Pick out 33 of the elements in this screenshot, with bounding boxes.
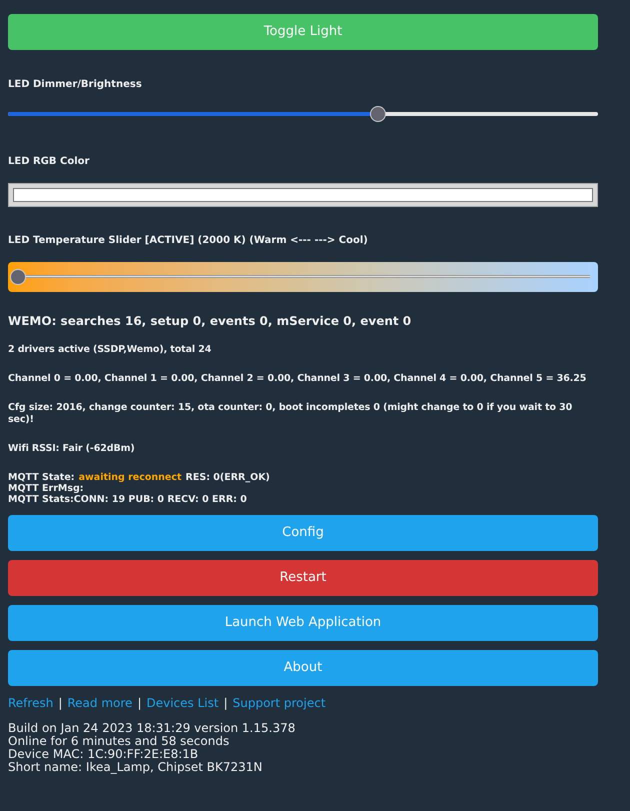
separator: |: [58, 695, 62, 712]
field-label: LED Temperature Slider [ACTIVE] (2000 K) (Warm <--- ---> Cool): [8, 234, 369, 248]
field-label: LED Dimmer/Brightness: [8, 78, 143, 92]
status-text: Channel 0 = 0.00, Channel 1 = 0.00, Channel 2 = 0.00, Channel 3 = 0.00, Channel 4 = 0.00, Channel 5 = 36.25: [8, 373, 588, 385]
status-text: Cfg size: 2016, change counter: 15, ota counter: 0, boot incompletes 0 (might change to 0 if you wait to 30 sec)!: [8, 402, 574, 426]
footer-link[interactable]: Devices List: [146, 694, 219, 712]
build-info: Build on Jan 24 2023 18:31:29 version 1.15.378: [8, 722, 296, 735]
menu-button[interactable]: Launch Web Application: [8, 605, 598, 641]
status-text: RES: 0(ERR_OK): [186, 472, 270, 483]
build-info: Online for 6 minutes and 58 seconds: [8, 735, 230, 748]
status-text: awaiting reconnect: [78, 472, 182, 483]
separator: |: [137, 695, 142, 712]
menu-button[interactable]: About: [8, 650, 598, 686]
status-text: Wifi RSSI: Fair (-62dBm): [8, 443, 136, 455]
footer-link[interactable]: Refresh: [8, 694, 54, 712]
menu-button[interactable]: Restart: [8, 560, 598, 596]
footer-link[interactable]: Read more: [67, 694, 132, 712]
footer-link[interactable]: Support project: [232, 694, 326, 712]
status-text: MQTT ErrMsg:: [8, 483, 85, 494]
slider-thumb[interactable]: [370, 106, 386, 122]
status-text: 2 drivers active (SSDP,Wemo), total 24: [8, 344, 212, 356]
slider[interactable]: [8, 106, 598, 122]
temperature-slider[interactable]: [8, 262, 598, 292]
build-info: Short name: Ikea_Lamp, Chipset BK7231N: [8, 761, 264, 774]
menu-button[interactable]: Config: [8, 515, 598, 551]
field-label: LED RGB Color: [8, 155, 90, 169]
status-text: MQTT State:: [8, 472, 75, 483]
color-field[interactable]: [8, 183, 598, 207]
status-text: MQTT Stats:CONN: 19 PUB: 0 RECV: 0 ERR: 0: [8, 494, 248, 505]
slider-thumb[interactable]: [10, 269, 26, 285]
separator: |: [224, 695, 228, 712]
build-info: Device MAC: 1C:90:FF:2E:E8:1B: [8, 748, 200, 761]
wemo-heading: WEMO: searches 16, setup 0, events 0, mService 0, event 0: [8, 313, 412, 330]
